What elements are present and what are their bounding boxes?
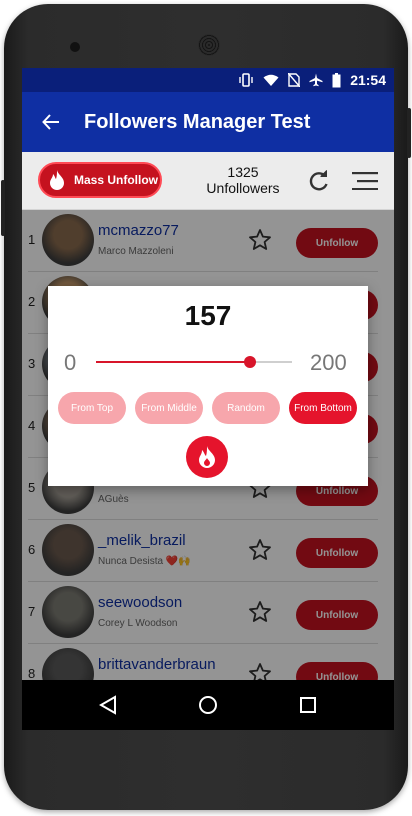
mass-unfollow-label: Mass Unfollow [74,173,159,187]
phone-frame: 21:54 Followers Manager Test Mass Unfoll… [1,4,411,810]
mass-unfollow-dialog: 157 0 200 From Top From Middle Random Fr… [48,286,368,486]
unfollowers-count: 1325 [227,164,259,180]
refresh-icon [309,170,328,191]
vibrate-icon [238,73,254,87]
front-camera [70,42,80,52]
option-from-bottom[interactable]: From Bottom [289,392,357,424]
slider-max-label: 200 [310,350,347,375]
slider-thumb[interactable] [243,356,256,368]
status-time: 21:54 [350,72,386,88]
option-random[interactable]: Random [212,392,280,424]
circle-home-icon [199,696,217,714]
option-from-top[interactable]: From Top [58,392,126,424]
system-nav-bar [22,680,394,730]
back-button[interactable] [22,92,80,152]
selection-mode-options: From Top From Middle Random From Bottom [58,392,358,424]
mass-unfollow-button[interactable]: Mass Unfollow [38,162,162,198]
battery-icon [332,72,341,88]
count-slider[interactable] [96,356,292,368]
unfollowers-count-label: Unfollowers [206,180,280,196]
nav-back-button[interactable] [97,694,119,716]
slider-min-label: 0 [64,350,77,375]
arrow-left-icon [42,114,59,130]
confirm-unfollow-button[interactable] [186,436,228,478]
app-title: Followers Manager Test [84,110,311,133]
earpiece-speaker [198,34,220,56]
refresh-button[interactable] [308,170,330,192]
fire-icon [199,446,215,468]
screen: 21:54 Followers Manager Test Mass Unfoll… [22,68,394,730]
unfollowers-counter: 1325 Unfollowers [182,164,304,196]
no-sim-icon [288,73,301,87]
nav-recents-button[interactable] [297,694,319,716]
option-from-middle[interactable]: From Middle [135,392,203,424]
fire-icon [50,170,64,190]
selected-count: 157 [184,300,232,331]
volume-button [1,180,5,236]
square-recents-icon [300,697,316,713]
power-button [407,108,411,158]
sort-menu-button[interactable] [352,172,378,191]
unfollow-toolbar: Mass Unfollow 1325 Unfollowers [22,152,394,210]
app-bar: Followers Manager Test [22,92,394,152]
status-bar: 21:54 [22,68,394,92]
slider-fill [96,361,250,363]
triangle-back-icon [99,695,116,715]
sort-menu-icon [352,172,378,191]
airplane-icon [309,73,323,87]
wifi-icon [263,74,279,87]
nav-home-button[interactable] [197,694,219,716]
